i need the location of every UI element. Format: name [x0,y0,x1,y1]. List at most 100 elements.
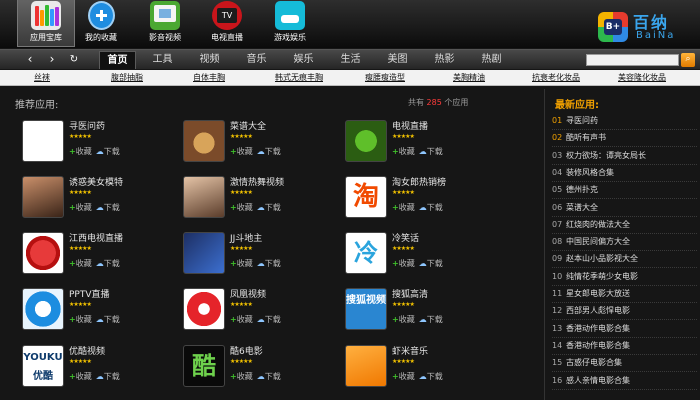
cold-joke-icon[interactable]: 冷 [345,232,387,274]
favorite-button[interactable]: +收藏 [392,372,415,381]
tab-hot-series[interactable]: 热剧 [473,51,510,69]
app-card[interactable]: 诱惑美女模特 ★★★★★ +收藏 ☁下载 [22,176,172,224]
favorite-button[interactable]: +收藏 [230,147,253,156]
model-photo-icon[interactable] [22,176,64,218]
app-card[interactable]: 凤凰视频 ★★★★★ +收藏 ☁下载 [183,288,333,336]
latest-app-item[interactable]: 03 权力欲场：谭亮女局长 [552,148,697,165]
tab-music[interactable]: 音乐 [238,51,275,69]
favorite-button[interactable]: +收藏 [69,259,92,268]
download-button[interactable]: ☁下载 [96,372,120,381]
download-button[interactable]: ☁下载 [419,259,443,268]
download-button[interactable]: ☁下载 [419,372,443,381]
favorite-button[interactable]: +收藏 [69,315,92,324]
app-name[interactable]: JJ斗地主 [230,231,262,244]
download-button[interactable]: ☁下载 [419,315,443,324]
app-name[interactable]: PPTV直播 [69,287,110,300]
refresh-button[interactable]: ↻ [66,53,82,67]
favorite-button[interactable]: +收藏 [69,147,92,156]
keyword-link[interactable]: 美容隆化妆品 [618,72,666,83]
pptv-icon[interactable] [22,288,64,330]
app-card[interactable]: 虾米音乐 ★★★★★ +收藏 ☁下载 [345,345,495,393]
favorite-button[interactable]: +收藏 [230,372,253,381]
favorite-button[interactable]: +收藏 [392,147,415,156]
keyword-link[interactable]: 美胸精油 [453,72,485,83]
tab-video[interactable]: 视频 [191,51,228,69]
tab-home[interactable]: 首页 [99,51,136,69]
sohu-video-icon[interactable]: 搜狐视频 [345,288,387,330]
app-name[interactable]: 淘女郎热销榜 [392,175,446,188]
download-button[interactable]: ☁下载 [257,315,281,324]
dance-video-icon[interactable] [183,176,225,218]
latest-app-item[interactable]: 11 星女郎电影大放送 [552,286,697,303]
youku-icon[interactable]: YOUKU 优酷 [22,345,64,387]
tab-life[interactable]: 生活 [332,51,369,69]
app-card[interactable]: 电视直播 ★★★★★ +收藏 ☁下载 [345,120,495,168]
latest-app-item[interactable]: 15 古惑仔电影合集 [552,355,697,373]
toolbar-app-library[interactable]: 应用宝库 [17,0,75,47]
app-name[interactable]: 冷笑话 [392,231,419,244]
favorite-button[interactable]: +收藏 [230,315,253,324]
keyword-link[interactable]: 韩式无痕丰胸 [275,72,323,83]
app-name[interactable]: 菜谱大全 [230,119,266,132]
latest-app-item[interactable]: 06 菜谱大全 [552,200,697,217]
keyword-link[interactable]: 抗衰老化妆品 [532,72,580,83]
toolbar-app-games[interactable]: 游戏娱乐 [261,0,319,47]
tab-entertainment[interactable]: 娱乐 [285,51,322,69]
download-button[interactable]: ☁下载 [419,147,443,156]
ku6-icon[interactable]: 酷 [183,345,225,387]
latest-app-item[interactable]: 16 感人亲情电影合集 [552,373,697,390]
favorite-button[interactable]: +收藏 [69,203,92,212]
search-input[interactable] [586,54,679,66]
tv-live-icon[interactable] [345,120,387,162]
medical-icon[interactable] [22,120,64,162]
app-card[interactable]: 淘淘女郎热销榜 ★★★★★ +收藏 ☁下载 [345,176,495,224]
latest-app-item[interactable]: 05 德州扑克 [552,182,697,200]
toolbar-app-video[interactable]: 影音视频 [136,0,194,47]
latest-app-item[interactable]: 01 寻医问药 [552,113,697,130]
latest-app-item[interactable]: 04 装修风格合集 [552,165,697,182]
app-name[interactable]: 电视直播 [392,119,428,132]
download-button[interactable]: ☁下载 [96,147,120,156]
app-card[interactable]: 冷冷笑话 ★★★★★ +收藏 ☁下载 [345,232,495,280]
latest-app-item[interactable]: 07 红烧肉的做法大全 [552,217,697,234]
latest-app-item[interactable]: 12 西部男人彪悍电影 [552,303,697,321]
download-button[interactable]: ☁下载 [257,203,281,212]
favorite-button[interactable]: +收藏 [392,315,415,324]
latest-app-item[interactable]: 10 纯情花季萌少女电影 [552,269,697,286]
taobao-icon[interactable]: 淘 [345,176,387,218]
favorite-button[interactable]: +收藏 [230,203,253,212]
keyword-link[interactable]: 瘦腰瘦造型 [365,72,405,83]
download-button[interactable]: ☁下载 [257,372,281,381]
latest-app-item[interactable]: 09 赵本山小品影视大全 [552,251,697,269]
xiami-music-icon[interactable] [345,345,387,387]
download-button[interactable]: ☁下载 [96,259,120,268]
app-name[interactable]: 虾米音乐 [392,344,428,357]
toolbar-app-tv[interactable]: TV 电视直播 [198,0,256,47]
app-card[interactable]: 激情热舞视频 ★★★★★ +收藏 ☁下载 [183,176,333,224]
app-card[interactable]: 菜谱大全 ★★★★★ +收藏 ☁下载 [183,120,333,168]
recipe-icon[interactable] [183,120,225,162]
tab-hot-movies[interactable]: 热影 [426,51,463,69]
toolbar-app-favorites[interactable]: 我的收藏 [72,0,130,47]
app-card[interactable]: YOUKU 优酷 优酷视频 ★★★★★ +收藏 ☁下载 [22,345,172,393]
keyword-link[interactable]: 丝袜 [34,72,50,83]
favorite-button[interactable]: +收藏 [392,203,415,212]
app-card[interactable]: 江西电视直播 ★★★★★ +收藏 ☁下载 [22,232,172,280]
latest-app-item[interactable]: 13 香港动作电影合集 [552,321,697,338]
app-name[interactable]: 诱惑美女模特 [69,175,123,188]
download-button[interactable]: ☁下载 [257,147,281,156]
poker-icon[interactable] [183,232,225,274]
latest-app-item[interactable]: 08 中国民间偏方大全 [552,234,697,252]
app-name[interactable]: 优酷视频 [69,344,105,357]
keyword-link[interactable]: 腹部抽脂 [111,72,143,83]
app-name[interactable]: 寻医问药 [69,119,105,132]
app-card[interactable]: JJ斗地主 ★★★★★ +收藏 ☁下载 [183,232,333,280]
app-card[interactable]: 搜狐视频 搜狐高清 ★★★★★ +收藏 ☁下载 [345,288,495,336]
favorite-button[interactable]: +收藏 [392,259,415,268]
download-button[interactable]: ☁下载 [419,203,443,212]
app-name[interactable]: 激情热舞视频 [230,175,284,188]
phoenix-icon[interactable] [183,288,225,330]
latest-app-item[interactable]: 14 香港动作电影合集 [552,338,697,355]
app-name[interactable]: 江西电视直播 [69,231,123,244]
download-button[interactable]: ☁下载 [257,259,281,268]
